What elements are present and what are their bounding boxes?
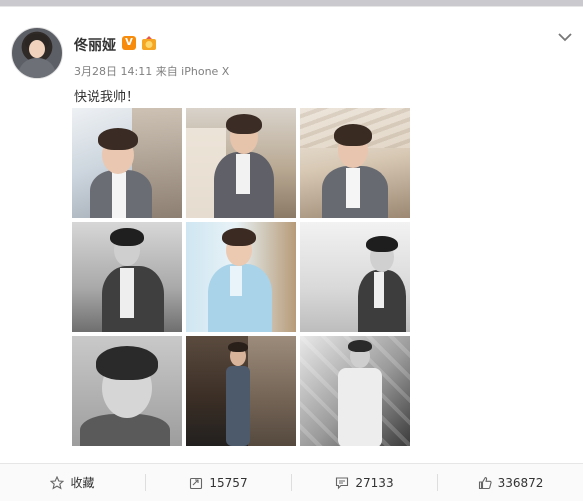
photo-9[interactable] <box>300 336 410 446</box>
photo-6[interactable] <box>300 222 410 332</box>
medal-icon[interactable] <box>141 36 157 51</box>
post-meta[interactable]: 3月28日 14:11 来自 iPhone X <box>74 63 229 79</box>
repost-count: 15757 <box>209 475 248 490</box>
comment-count: 27133 <box>355 475 394 490</box>
favorite-label: 收藏 <box>70 476 95 490</box>
comment-icon <box>336 476 349 489</box>
action-bar: 收藏 15757 27133 336872 <box>0 463 583 501</box>
repost-icon <box>190 477 203 489</box>
photo-4[interactable] <box>72 222 182 332</box>
photo-grid <box>72 108 411 447</box>
thumbs-up-icon <box>478 476 492 489</box>
weibo-post-card: 佟丽娅 V 3月28日 14:11 来自 iPhone X 快说我帅！ 收藏 1… <box>0 6 583 501</box>
chevron-down-icon[interactable] <box>558 32 572 42</box>
photo-2[interactable] <box>186 108 296 218</box>
verified-badge: V <box>122 36 136 50</box>
post-text: 快说我帅！ <box>74 90 140 105</box>
photo-7[interactable] <box>72 336 182 446</box>
username[interactable]: 佟丽娅 <box>74 35 116 55</box>
star-icon <box>50 475 65 490</box>
repost-button[interactable]: 15757 <box>146 464 291 501</box>
like-count: 336872 <box>497 475 544 490</box>
comment-button[interactable]: 27133 <box>292 464 437 501</box>
photo-8[interactable] <box>186 336 296 446</box>
like-button[interactable]: 336872 <box>438 464 583 501</box>
photo-3[interactable] <box>300 108 410 218</box>
avatar[interactable] <box>11 27 63 79</box>
photo-5[interactable] <box>186 222 296 332</box>
favorite-button[interactable]: 收藏 <box>0 464 145 501</box>
photo-1[interactable] <box>72 108 182 218</box>
